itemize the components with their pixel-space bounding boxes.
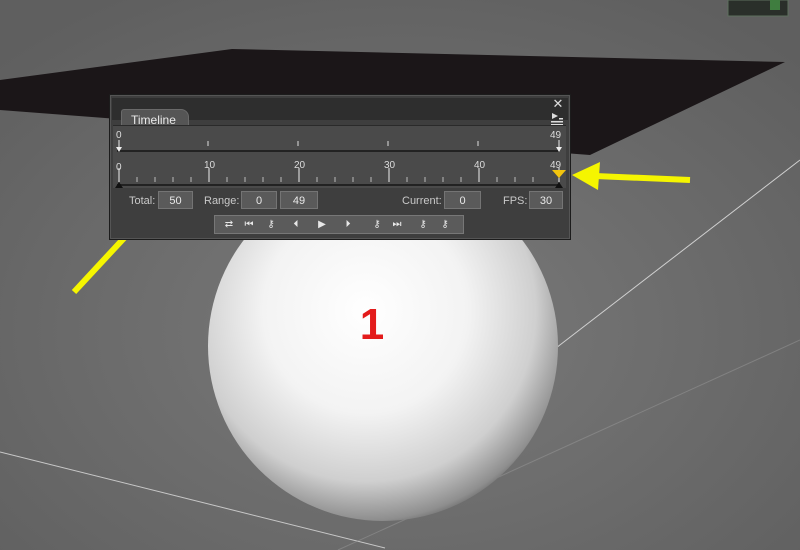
main-ruler-ticks (118, 168, 560, 182)
range-label: Range: (204, 195, 240, 207)
range-end-field[interactable]: 49 (280, 191, 318, 209)
fps-label: FPS: (503, 195, 528, 207)
close-icon[interactable]: ✕ (552, 97, 564, 110)
main-ruler-label-49: 49 (550, 160, 562, 171)
current-frame-marker[interactable] (552, 170, 566, 178)
step-forward-icon[interactable]: ⏵ (341, 217, 355, 232)
key-icon[interactable]: ⚷ (261, 217, 281, 232)
main-ruler-label-30: 30 (384, 160, 396, 171)
fps-field[interactable]: 30 (529, 191, 563, 209)
insert-key-icon[interactable]: ⚷ (435, 217, 455, 232)
remove-key-icon[interactable]: ⚷ (413, 217, 433, 232)
corner-object-accent (770, 0, 780, 10)
total-label: Total: (129, 195, 156, 207)
timeline-ruler-area[interactable]: 0 49 0 10 20 30 40 49 (113, 125, 566, 188)
timeline-fields-row: Total: 50 Range: 0 49 Current: 0 FPS: 30 (113, 191, 566, 213)
loop-icon[interactable]: ⇄ (219, 217, 239, 232)
ruler-graphics (115, 140, 566, 188)
current-frame-field[interactable]: 0 (444, 191, 481, 209)
play-icon[interactable]: ▶ (315, 217, 329, 232)
sphere-number-label: 1 (359, 300, 385, 349)
step-back-icon[interactable]: ⏴ (289, 217, 303, 232)
main-ruler-label-20: 20 (294, 160, 306, 171)
main-ruler-label-10: 10 (204, 160, 216, 171)
current-label: Current: (402, 195, 442, 207)
prev-key-icon[interactable]: ⏮ (241, 217, 257, 232)
viewport-scene (0, 0, 800, 550)
timeline-panel: Timeline ✕ 0 49 0 10 20 30 40 49 Total: … (109, 94, 571, 240)
next-key-icon[interactable]: ⏭ (389, 217, 405, 232)
main-ruler-label-0: 0 (116, 162, 122, 173)
transport-controls: ⇄ ⏮ ⚷ ⏴ ▶ ⏵ ⚷ ⏭ ⚷ ⚷ (214, 215, 464, 234)
top-ruler-ticks (207, 141, 479, 146)
range-start-field[interactable]: 0 (241, 191, 277, 209)
add-key-icon[interactable]: ⚷ (367, 217, 387, 232)
total-frames-field[interactable]: 50 (158, 191, 193, 209)
main-ruler-label-40: 40 (474, 160, 486, 171)
panel-header: Timeline ✕ (112, 97, 568, 129)
